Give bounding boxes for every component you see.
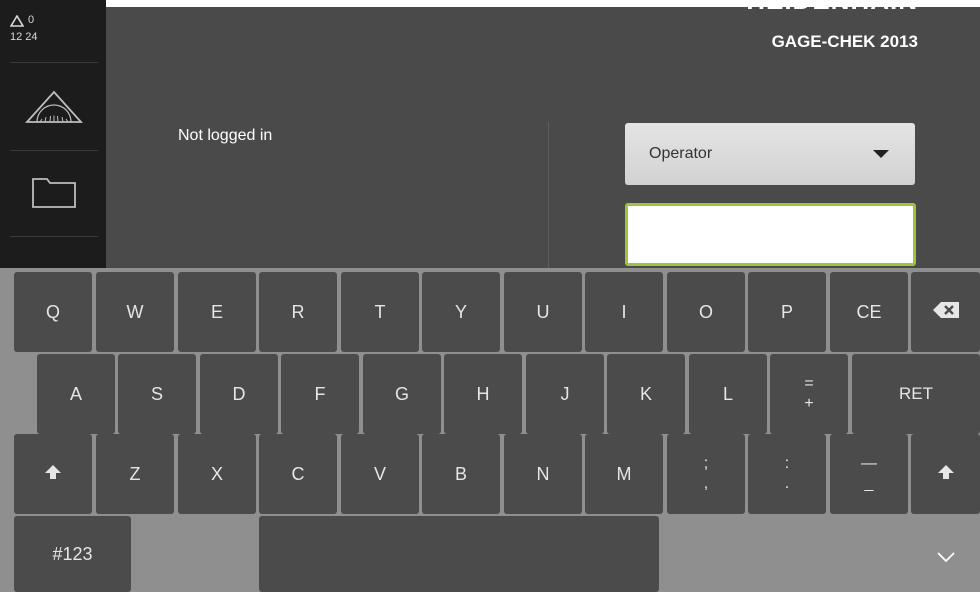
key-f[interactable]: F xyxy=(281,354,359,434)
app-window: 0 12 24 HEIDENHAIN GAGE-CHEK 2013 Not lo… xyxy=(0,0,980,592)
key-space[interactable] xyxy=(259,516,659,592)
key-z[interactable]: Z xyxy=(96,434,174,514)
key-l[interactable]: L xyxy=(689,354,767,434)
sidebar-divider xyxy=(10,150,98,151)
key-y[interactable]: Y xyxy=(422,272,500,352)
key-a[interactable]: A xyxy=(37,354,115,434)
user-select[interactable]: Operator xyxy=(625,123,915,185)
key-p[interactable]: P xyxy=(748,272,826,352)
key-bottom-char: , xyxy=(703,475,709,492)
key-ce[interactable]: CE xyxy=(830,272,908,352)
key-colon-period[interactable]: : . xyxy=(748,434,826,514)
key-e[interactable]: E xyxy=(178,272,256,352)
protractor-triangle-icon xyxy=(23,88,85,133)
warning-indicator[interactable]: 0 xyxy=(10,12,100,29)
key-k[interactable]: K xyxy=(607,354,685,434)
chevron-down-icon xyxy=(936,550,956,568)
key-h[interactable]: H xyxy=(444,354,522,434)
key-g[interactable]: G xyxy=(363,354,441,434)
key-s[interactable]: S xyxy=(118,354,196,434)
key-q[interactable]: Q xyxy=(14,272,92,352)
key-w[interactable]: W xyxy=(96,272,174,352)
on-screen-keyboard: Q W E R T Y U I O P CE A S D F G H J K L… xyxy=(0,268,980,592)
key-m[interactable]: M xyxy=(585,434,663,514)
key-bottom-char: . xyxy=(784,475,790,492)
key-semicolon-comma[interactable]: ; , xyxy=(667,434,745,514)
sidebar-item-measure[interactable] xyxy=(10,70,98,150)
shift-arrow-icon xyxy=(937,464,955,485)
key-shift-left[interactable] xyxy=(14,434,92,514)
sidebar: 0 12 24 xyxy=(0,0,106,268)
key-d[interactable]: D xyxy=(200,354,278,434)
key-equals-plus[interactable]: = + xyxy=(770,354,848,434)
panel-divider xyxy=(548,122,549,268)
sidebar-divider xyxy=(10,236,98,237)
heidenhain-wordmark: HEIDENHAIN xyxy=(746,0,918,15)
key-top-char: — xyxy=(861,455,877,472)
caret-down-icon xyxy=(873,150,889,158)
key-backspace[interactable] xyxy=(911,272,980,352)
key-b[interactable]: B xyxy=(422,434,500,514)
shift-arrow-icon xyxy=(44,464,62,485)
key-top-char: = xyxy=(804,375,814,392)
sidebar-divider xyxy=(10,62,98,63)
status-area: 0 12 24 xyxy=(10,12,100,46)
key-top-char: : xyxy=(784,455,790,472)
key-t[interactable]: T xyxy=(341,272,419,352)
key-numeric-mode[interactable]: #123 xyxy=(14,516,131,592)
key-o[interactable]: O xyxy=(667,272,745,352)
clock-time: 12 24 xyxy=(10,31,38,43)
password-input[interactable] xyxy=(625,203,916,266)
main-panel: HEIDENHAIN GAGE-CHEK 2013 Not logged in … xyxy=(106,0,980,268)
key-x[interactable]: X xyxy=(178,434,256,514)
login-status: Not logged in xyxy=(178,127,273,144)
folder-icon xyxy=(31,175,77,214)
brand-logo: HEIDENHAIN xyxy=(746,0,918,20)
backspace-icon xyxy=(932,301,960,324)
key-return[interactable]: RET xyxy=(852,354,980,434)
user-select-value: Operator xyxy=(649,145,713,162)
key-top-char: ; xyxy=(703,455,709,472)
key-j[interactable]: J xyxy=(526,354,604,434)
key-bottom-char: + xyxy=(804,395,814,412)
key-r[interactable]: R xyxy=(259,272,337,352)
product-name: GAGE-CHEK 2013 xyxy=(771,32,918,51)
warning-triangle-icon xyxy=(10,14,24,27)
key-c[interactable]: C xyxy=(259,434,337,514)
key-i[interactable]: I xyxy=(585,272,663,352)
key-shift-right[interactable] xyxy=(911,434,980,514)
key-v[interactable]: V xyxy=(341,434,419,514)
key-bottom-char: _ xyxy=(864,475,874,492)
key-dash-underscore[interactable]: — _ xyxy=(830,434,908,514)
sidebar-item-files[interactable] xyxy=(10,152,98,236)
key-n[interactable]: N xyxy=(504,434,582,514)
key-return-label: RET xyxy=(899,384,933,403)
key-u[interactable]: U xyxy=(504,272,582,352)
hide-keyboard-button[interactable] xyxy=(924,544,968,574)
warning-count: 0 xyxy=(28,14,35,26)
